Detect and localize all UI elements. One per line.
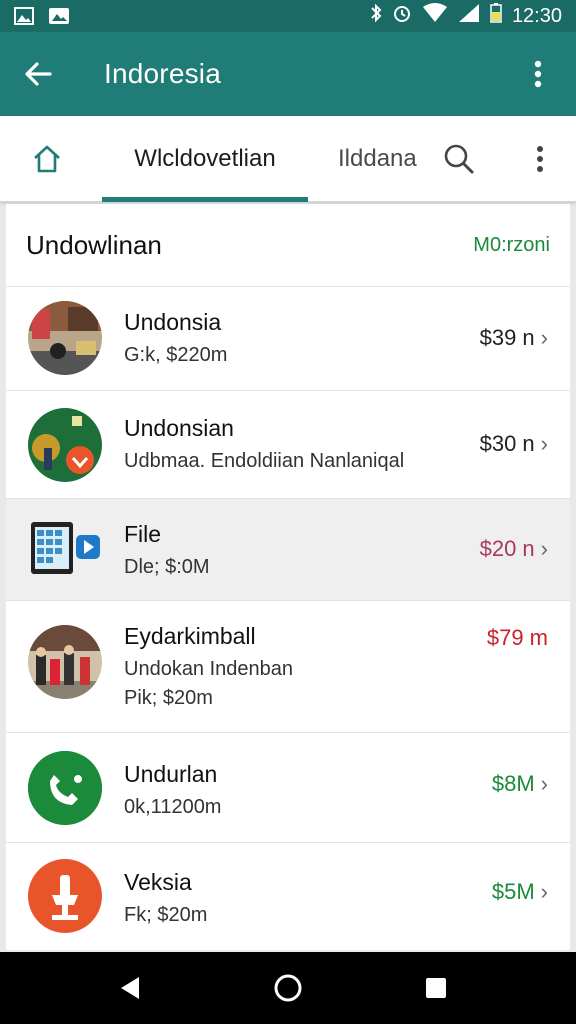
search-button[interactable] — [438, 138, 480, 180]
overflow-menu-button[interactable] — [500, 32, 576, 116]
item-subtitle: Udbmaa. Endoldiian Nanlaniqal — [124, 450, 405, 472]
green-phone-avatar — [28, 751, 102, 825]
section-action-link[interactable]: M0:rzoni — [473, 234, 550, 257]
chevron-right-icon: › — [540, 879, 548, 904]
search-icon — [444, 144, 474, 174]
item-title: Eydarkimball — [124, 623, 256, 649]
item-subtitle: Undokan Indenban — [124, 658, 294, 680]
battery-icon — [490, 3, 502, 29]
item-amount: $8M — [491, 771, 535, 796]
more-vert-icon — [537, 146, 543, 172]
spreadsheet-file-icon — [28, 519, 108, 579]
orange-app-avatar — [28, 859, 102, 933]
nav-home-button[interactable] — [268, 968, 308, 1008]
list-card: Undowlinan M0:rzoni Undonsia G:k, $220m … — [6, 204, 570, 950]
tab-home[interactable] — [22, 136, 72, 182]
list-item[interactable]: Undonsia G:k, $220m $39 n › — [6, 286, 570, 390]
wifi-icon — [422, 3, 448, 29]
list-item[interactable]: Veksia Fk; $20m $5M › — [6, 842, 570, 946]
signal-icon — [458, 3, 480, 29]
item-subtitle: Dle; $:0M — [124, 556, 210, 578]
item-title: File — [124, 521, 162, 547]
item-amount: $30 n — [479, 431, 535, 456]
item-title: Undonsian — [124, 415, 234, 441]
tab-active-label: Wlcldovetlian — [134, 145, 276, 172]
triangle-back-icon — [121, 977, 139, 999]
tab-active[interactable]: Wlcldovetlian — [102, 116, 308, 202]
chevron-right-icon: › — [540, 771, 548, 796]
tab-secondary[interactable]: Ilddana — [338, 116, 417, 202]
tab-more-button[interactable] — [522, 138, 558, 180]
item-title: Undurlan — [124, 761, 218, 787]
list-item[interactable]: Undonsian Udbmaa. Endoldiian Nanlaniqal … — [6, 390, 570, 498]
item-amount: $39 n — [479, 325, 535, 350]
item-amount: $20 n — [479, 536, 535, 561]
alarm-icon — [392, 3, 412, 29]
item-subtitle: G:k, $220m — [124, 344, 228, 366]
system-nav-bar — [0, 952, 576, 1024]
green-app-avatar — [28, 408, 102, 482]
photo-notification-icon — [48, 7, 69, 25]
list-item[interactable]: Undurlan 0k,11200m $8M › — [6, 732, 570, 842]
item-title: Undonsia — [124, 309, 222, 335]
tab-indicator — [102, 197, 308, 202]
street-photo-avatar — [28, 301, 102, 375]
nav-recents-button[interactable] — [416, 968, 456, 1008]
section-header: Undowlinan M0:rzoni — [6, 204, 570, 286]
crowd-photo-avatar — [28, 625, 102, 699]
nav-back-button[interactable] — [110, 968, 150, 1008]
page-title: Indoresia — [104, 58, 221, 89]
more-vert-icon — [534, 60, 542, 88]
circle-home-icon — [274, 974, 302, 1002]
item-subtitle: 0k,11200m — [124, 796, 222, 818]
item-amount: $5M — [491, 879, 535, 904]
tab-bar: Wlcldovetlian Ilddana — [0, 116, 576, 202]
status-bar: 12:30 — [0, 0, 576, 32]
gallery-notification-icon — [14, 7, 34, 25]
back-button[interactable] — [0, 32, 76, 116]
section-title: Undowlinan — [26, 229, 162, 260]
tab-secondary-label: Ilddana — [338, 145, 417, 172]
list-item[interactable]: Eydarkimball Undokan Indenban Pik; $20m … — [6, 600, 570, 732]
list-item[interactable]: File Dle; $:0M $20 n › — [6, 498, 570, 600]
chevron-right-icon: › — [540, 536, 548, 561]
item-amount: $79 m — [486, 625, 548, 650]
status-time: 12:30 — [511, 4, 562, 27]
chevron-right-icon: › — [540, 325, 548, 350]
item-title: Veksia — [124, 869, 192, 895]
chevron-right-icon: › — [540, 431, 548, 456]
square-recents-icon — [426, 978, 446, 998]
arrow-back-icon — [25, 62, 52, 86]
item-subtitle-secondary: Pik; $20m — [124, 687, 213, 709]
app-bar: Indoresia — [0, 32, 576, 116]
home-icon — [34, 145, 60, 173]
bluetooth-icon — [370, 3, 382, 29]
item-subtitle: Fk; $20m — [124, 904, 208, 926]
